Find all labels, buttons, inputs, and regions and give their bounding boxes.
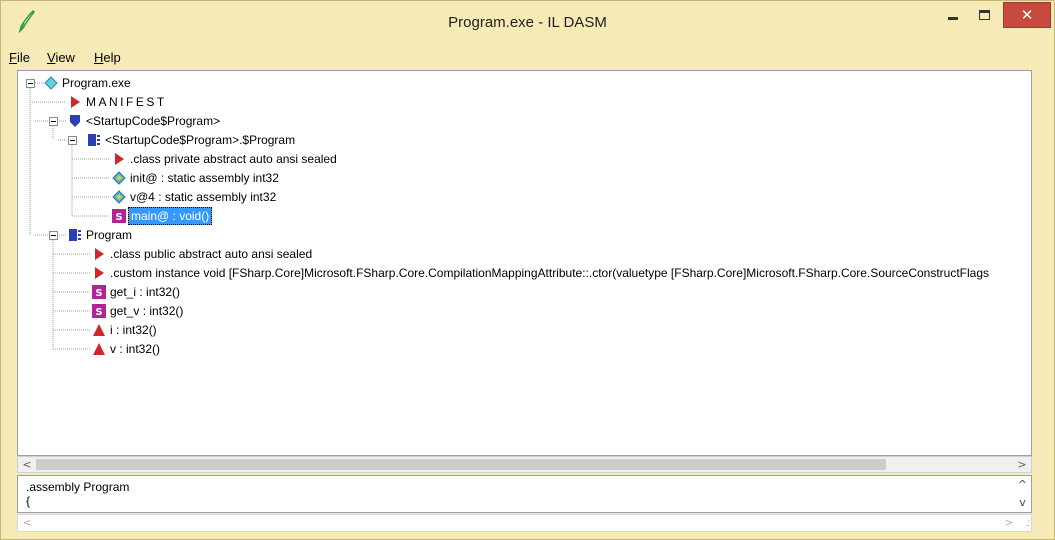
collapse-toggle-program[interactable] [49,231,58,240]
selected-item-label: main@ : void() [128,207,213,225]
scroll-right-arrow-icon[interactable]: > [1014,458,1030,472]
output-pane[interactable]: .assembly Program { ^ v [17,475,1032,513]
title-bar[interactable]: Program.exe - IL DASM ✕ [1,1,1054,43]
scroll-down-arrow-icon[interactable]: v [1014,495,1031,511]
scroll-left-arrow-icon[interactable]: < [19,458,35,472]
red-triangle-icon [71,96,80,108]
cyan-diamond-icon [112,190,126,204]
svg-text:S: S [95,288,102,299]
collapse-toggle-startup-ns[interactable] [49,117,58,126]
maximize-button[interactable] [969,2,1001,28]
output-vertical-scrollbar[interactable]: ^ v [1014,476,1031,512]
minimize-button[interactable] [937,2,969,28]
red-triangle-icon [95,248,104,260]
red-up-triangle-icon [93,343,105,355]
collapse-toggle-startup-class[interactable] [68,136,77,145]
menu-help[interactable]: Help [94,50,121,65]
minimize-icon [948,17,958,20]
tree-view[interactable]: Program.exe MANIFEST <StartupCode$Progra… [17,70,1032,456]
scrollbar-thumb[interactable] [36,459,886,470]
cyan-diamond-icon [44,76,58,90]
close-icon: ✕ [1020,6,1034,24]
close-button[interactable]: ✕ [1003,2,1051,28]
menu-file[interactable]: File [9,50,30,65]
red-triangle-icon [115,153,124,165]
blue-class-icon [88,134,100,146]
collapse-toggle-root[interactable] [26,79,35,88]
output-line-2: { [26,494,31,508]
blue-class-icon [69,229,81,241]
magenta-s-icon: S [92,304,106,318]
blue-shield-icon [70,115,80,127]
red-up-triangle-icon [93,324,105,336]
resize-grip-icon[interactable]: .: [1025,518,1029,529]
magenta-s-icon: S [92,285,106,299]
tree-connector-lines [29,82,110,350]
il-dasm-window: Program.exe - IL DASM ✕ File View Help P… [0,0,1055,540]
scroll-up-arrow-icon[interactable]: ^ [1014,477,1031,493]
svg-text:S: S [115,212,122,223]
window-title: Program.exe - IL DASM [448,14,607,31]
menu-bar: File View Help [2,45,1053,69]
output-line-1: .assembly Program [26,480,130,494]
output-horizontal-scrollbar[interactable]: < > .: [17,514,1032,532]
output-scroll-left-arrow-icon[interactable]: < [19,516,35,530]
red-triangle-icon [95,267,104,279]
menu-view[interactable]: View [47,50,75,65]
tree-horizontal-scrollbar[interactable]: < > [17,456,1032,473]
cyan-diamond-icon [112,171,126,185]
output-scroll-right-arrow-icon[interactable]: > [1001,516,1017,530]
svg-text:S: S [95,307,102,318]
maximize-icon [979,10,990,20]
magenta-s-icon: S [112,209,126,223]
